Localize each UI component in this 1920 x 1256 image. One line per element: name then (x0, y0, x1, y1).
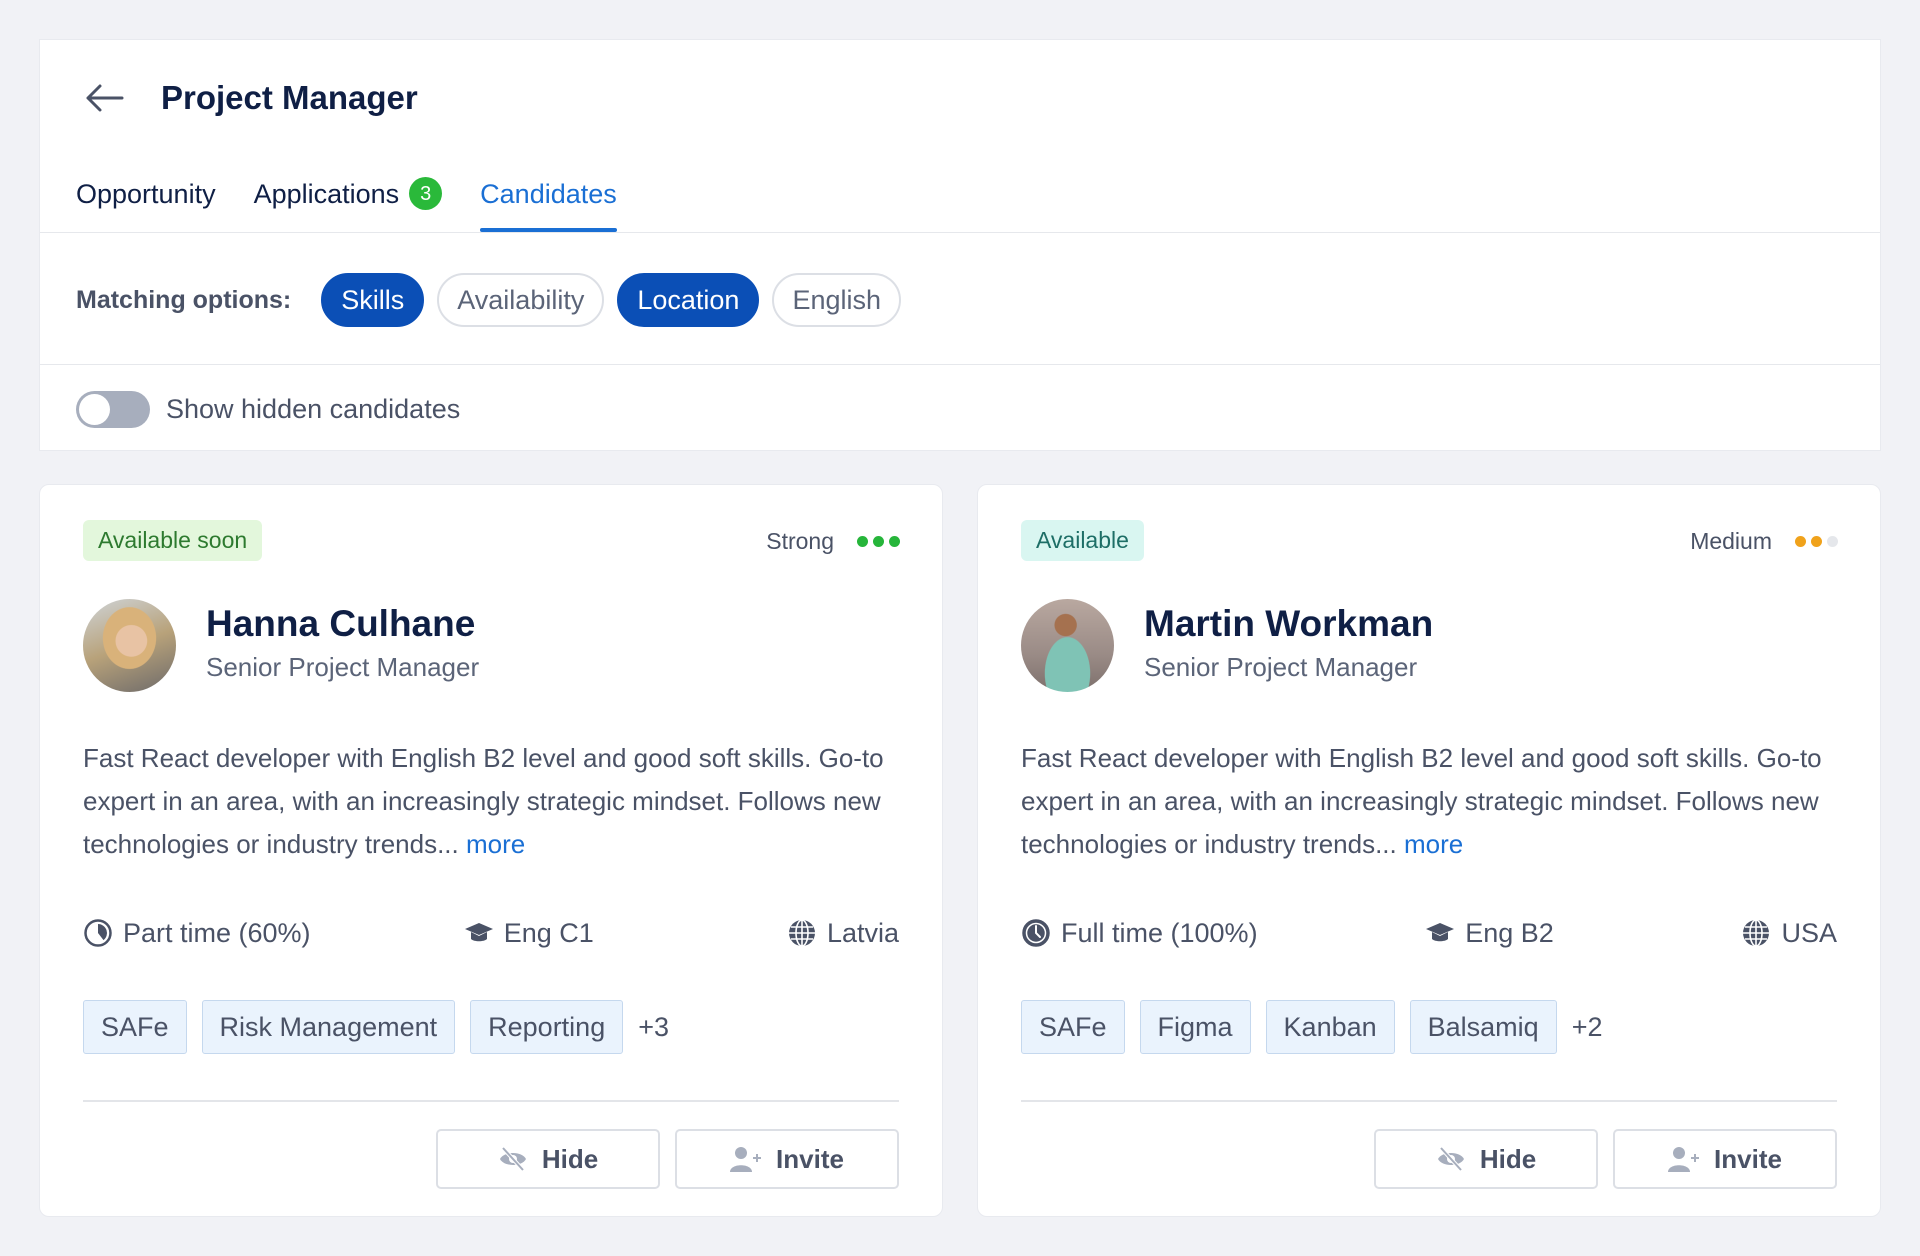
match-strength: Medium (1690, 525, 1838, 557)
skill-tag: Reporting (470, 1000, 624, 1054)
more-link[interactable]: more (466, 829, 525, 859)
graduation-cap-icon (1426, 923, 1455, 942)
card-actions: Hide Invite (421, 1129, 899, 1189)
clock-icon (1022, 919, 1050, 947)
invite-button[interactable]: Invite (1613, 1129, 1837, 1189)
skill-tag: SAFe (83, 1000, 187, 1054)
candidate-role: Senior Project Manager (206, 652, 480, 682)
user-plus-icon (1668, 1147, 1700, 1172)
matching-option-skills[interactable]: Skills (321, 273, 425, 327)
employment-type: Part time (60%) (83, 918, 311, 949)
candidate-name[interactable]: Hanna Culhane (206, 603, 475, 645)
matching-option-english[interactable]: English (772, 273, 901, 327)
candidate-meta: Full time (100%) Eng B2 USA (1021, 913, 1837, 953)
candidate-description: Fast React developer with English B2 lev… (1021, 737, 1851, 866)
avatar (1021, 599, 1114, 692)
availability-badge: Available (1021, 520, 1144, 561)
show-hidden-toggle[interactable] (76, 390, 150, 428)
eye-off-icon (1437, 1146, 1464, 1172)
location-text: Latvia (826, 917, 899, 948)
tab-candidates[interactable]: Candidates (480, 172, 617, 232)
location: USA (1741, 918, 1837, 949)
match-dot (857, 535, 868, 547)
matching-option-availability[interactable]: Availability (437, 273, 605, 327)
skill-tag: Balsamiq (1409, 1000, 1557, 1054)
eye-off-icon (499, 1146, 526, 1172)
english-text: Eng C1 (503, 917, 594, 948)
skill-tag: SAFe (1021, 1000, 1125, 1054)
globe-icon (788, 919, 815, 947)
user-plus-icon (730, 1147, 762, 1172)
matching-options: Matching options: Skills Availability Lo… (76, 272, 914, 328)
globe-icon (1743, 919, 1770, 947)
hide-button[interactable]: Hide (436, 1129, 660, 1189)
candidate-name[interactable]: Martin Workman (1144, 603, 1433, 645)
skill-tags: SAFe Figma Kanban Balsamiq +2 (1021, 1000, 1602, 1054)
match-strength: Strong (766, 525, 900, 557)
tab-bar: Opportunity Applications 3 Candidates (76, 172, 655, 232)
hide-label: Hide (1479, 1143, 1537, 1174)
match-dot (1811, 535, 1822, 547)
hide-button[interactable]: Hide (1374, 1129, 1598, 1189)
applications-count-badge: 3 (409, 177, 443, 210)
candidate-meta: Part time (60%) Eng C1 Latvia (83, 913, 899, 953)
tab-applications[interactable]: Applications 3 (254, 172, 443, 232)
employment-type: Full time (100%) (1021, 918, 1258, 949)
tab-label: Candidates (480, 179, 617, 209)
avatar (83, 599, 176, 692)
match-dots (1790, 535, 1838, 547)
tab-label: Opportunity (76, 179, 216, 209)
hidden-candidates-row: Show hidden candidates (76, 390, 460, 428)
availability-badge: Available soon (83, 520, 263, 561)
tabs-divider (40, 232, 1880, 233)
invite-label: Invite (1714, 1143, 1782, 1174)
match-dots (852, 535, 900, 547)
matching-options-label: Matching options: (76, 285, 292, 314)
candidate-description: Fast React developer with English B2 lev… (83, 737, 913, 866)
english-level: Eng C1 (464, 918, 594, 949)
skill-tag: Figma (1139, 1000, 1251, 1054)
match-dot (1827, 535, 1838, 547)
invite-label: Invite (776, 1143, 844, 1174)
match-dot (1795, 535, 1806, 547)
skill-tags: SAFe Risk Management Reporting +3 (83, 1000, 669, 1054)
toggle-knob (79, 393, 110, 425)
location-text: USA (1781, 917, 1837, 948)
skill-tag: Risk Management (201, 1000, 456, 1054)
hide-label: Hide (541, 1143, 599, 1174)
english-text: Eng B2 (1465, 917, 1554, 948)
clock-pie-icon (84, 919, 112, 947)
english-level: Eng B2 (1425, 918, 1554, 949)
card-actions: Hide Invite (1359, 1129, 1837, 1189)
match-label: Medium (1690, 527, 1772, 554)
options-divider (40, 364, 1880, 365)
tab-label: Applications (253, 179, 400, 209)
header-panel: Project Manager Opportunity Applications… (39, 39, 1881, 451)
card-divider (83, 1100, 899, 1102)
more-tags-count[interactable]: +3 (638, 1012, 669, 1043)
employment-text: Full time (100%) (1061, 917, 1258, 948)
match-dot (889, 535, 900, 547)
more-link[interactable]: more (1404, 829, 1463, 859)
card-divider (1021, 1100, 1837, 1102)
arrow-left-icon (86, 84, 124, 112)
matching-option-location[interactable]: Location (617, 273, 760, 327)
page-title: Project Manager (161, 79, 418, 116)
location: Latvia (787, 918, 899, 949)
invite-button[interactable]: Invite (675, 1129, 899, 1189)
match-label: Strong (766, 527, 834, 554)
match-dot (873, 535, 884, 547)
graduation-cap-icon (464, 923, 493, 942)
show-hidden-label: Show hidden candidates (166, 393, 461, 424)
back-button[interactable] (82, 80, 126, 116)
candidate-card: Available Medium Martin Workman Senior P… (977, 484, 1881, 1217)
more-tags-count[interactable]: +2 (1572, 1012, 1603, 1043)
candidate-role: Senior Project Manager (1144, 652, 1418, 682)
tab-opportunity[interactable]: Opportunity (76, 172, 216, 232)
skill-tag: Kanban (1265, 1000, 1395, 1054)
employment-text: Part time (60%) (123, 917, 311, 948)
candidate-card: Available soon Strong Hanna Culhane Seni… (39, 484, 943, 1217)
